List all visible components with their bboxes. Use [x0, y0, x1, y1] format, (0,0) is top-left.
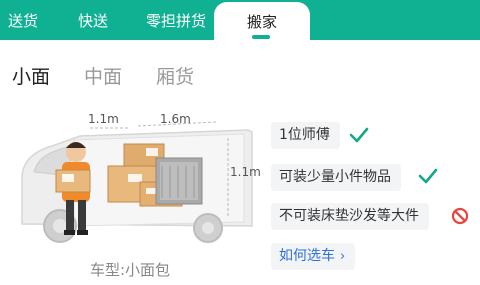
size-tab-small-van[interactable]: 小面 [12, 62, 50, 89]
tab-moving[interactable]: 搬家 [214, 2, 310, 42]
service-tab-bar: 送货 快送 零担拼货 搬家 [0, 0, 480, 42]
cargo-dimension-length: 1.6m [160, 112, 191, 126]
cargo-dimension-depth: 1.1m [88, 112, 119, 126]
how-to-choose-link[interactable]: 如何选车 › [271, 243, 356, 270]
tab-delivery[interactable]: 送货 [8, 0, 38, 40]
feature-item: 1位师傅 [271, 122, 340, 149]
size-tab-medium-van[interactable]: 中面 [84, 62, 122, 89]
prohibited-icon [451, 207, 469, 225]
tab-carpool-freight[interactable]: 零担拼货 [146, 0, 206, 40]
feature-item: 不可装床垫沙发等大件 [271, 203, 429, 230]
vehicle-type-caption: 车型:小面包 [90, 261, 171, 279]
feature-item: 可装少量小件物品 [271, 164, 401, 191]
how-to-choose-label: 如何选车 [279, 248, 335, 264]
cargo-dimension-height: 1.1m [230, 165, 261, 179]
chevron-right-icon: › [340, 249, 346, 264]
tab-express[interactable]: 快送 [78, 0, 108, 40]
size-tab-box-truck[interactable]: 厢货 [156, 62, 194, 89]
active-tab-indicator [252, 35, 270, 39]
check-icon [418, 168, 438, 184]
van-illustration [21, 121, 253, 243]
check-icon [349, 127, 369, 143]
